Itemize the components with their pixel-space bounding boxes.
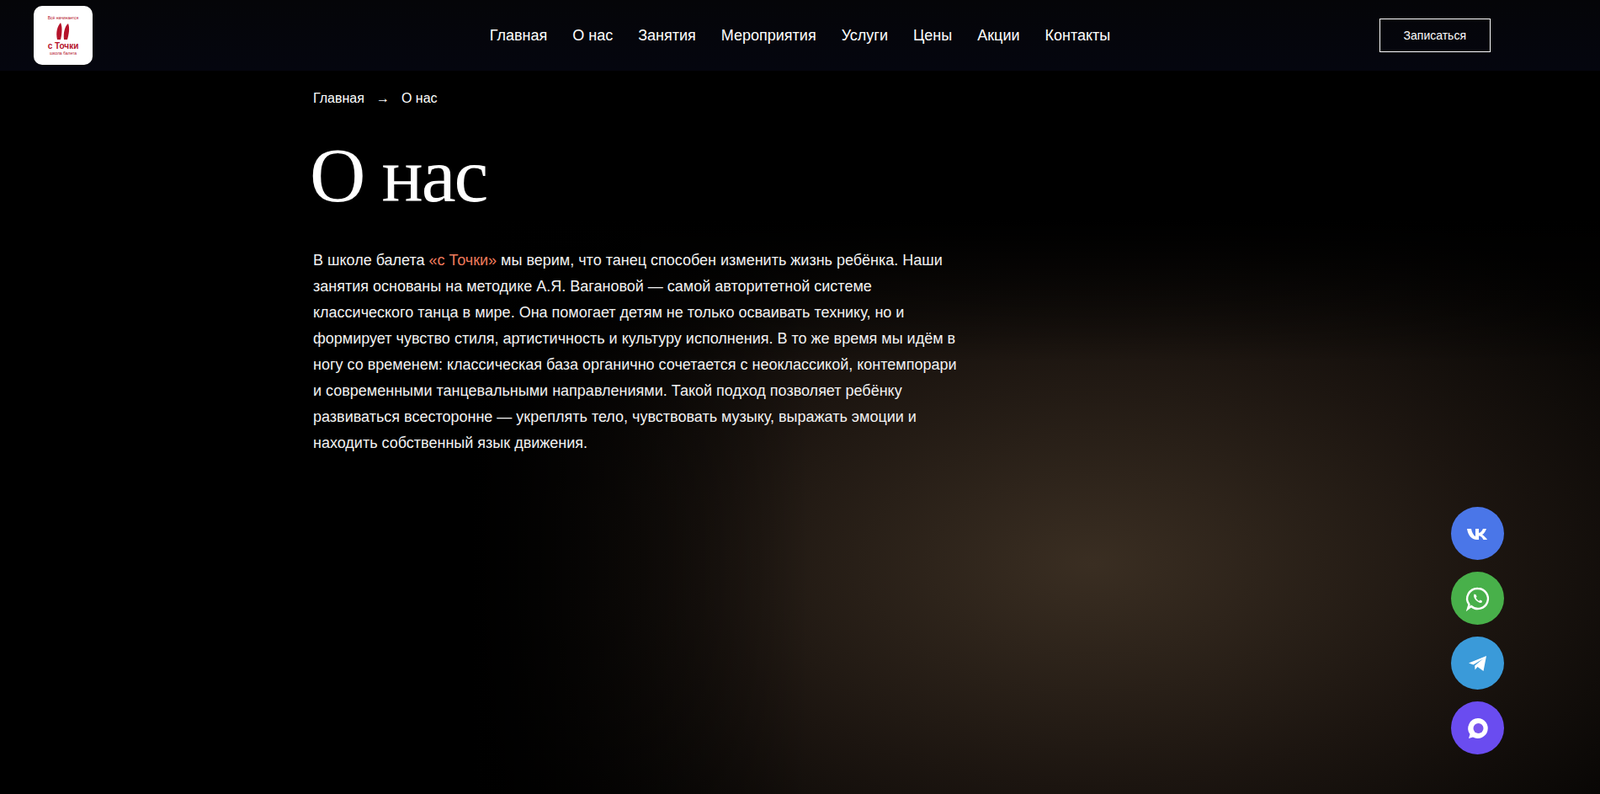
whatsapp-button[interactable] (1451, 571, 1505, 625)
nav-item[interactable]: Услуги (841, 26, 888, 45)
logo[interactable]: Всё начинается с Точкишкола балета (33, 5, 93, 65)
whatsapp-icon (1462, 583, 1494, 614)
breadcrumb: Главная → О нас (313, 90, 962, 107)
logo-name: с Точки (47, 42, 80, 51)
telegram-icon (1463, 648, 1493, 678)
about-content: Главная → О насО нас В школе балета «с Точк… (313, 70, 962, 457)
nav-item[interactable]: Контакты (1045, 26, 1111, 45)
about-page: Всё начинается с Точкишкола балета Главная… (0, 0, 1600, 794)
telegram-button[interactable] (1451, 636, 1505, 690)
nav-item[interactable]: Цены (913, 26, 952, 45)
logo-subtitle: школа балета (49, 51, 77, 56)
breadcrumb-separator: → (376, 90, 390, 107)
breadcrumb-item[interactable]: Главная (313, 90, 365, 107)
nav-item[interactable]: Акции (977, 26, 1020, 45)
nav-item[interactable]: Главная (489, 26, 548, 45)
logo-tagline: Всё начинается (47, 15, 79, 21)
site-header: Всё начинается с Точкишкола балета Главная… (0, 0, 1600, 71)
about-text: В школе балета «с Точки» мы верим, что т… (313, 247, 962, 457)
max-chat-icon (1462, 712, 1494, 744)
vk-icon (1463, 519, 1493, 548)
page-title: О нас (309, 136, 962, 214)
vk-button[interactable] (1451, 506, 1505, 560)
nav-item[interactable]: Занятия (637, 26, 697, 45)
breadcrumb-item[interactable]: О нас (401, 90, 438, 107)
max-button[interactable] (1451, 701, 1505, 755)
signup-button[interactable]: Записаться (1379, 18, 1491, 53)
social-buttons (1451, 506, 1505, 755)
nav-item[interactable]: Мероприятия (721, 26, 817, 45)
nav-item[interactable]: О нас (572, 26, 613, 45)
main-nav: Главная О нас Занятия Мероприятия Услуги Цены… (489, 26, 1111, 45)
school-name: «с Точки» (429, 251, 498, 269)
pointe-shoe-icon (52, 21, 75, 42)
